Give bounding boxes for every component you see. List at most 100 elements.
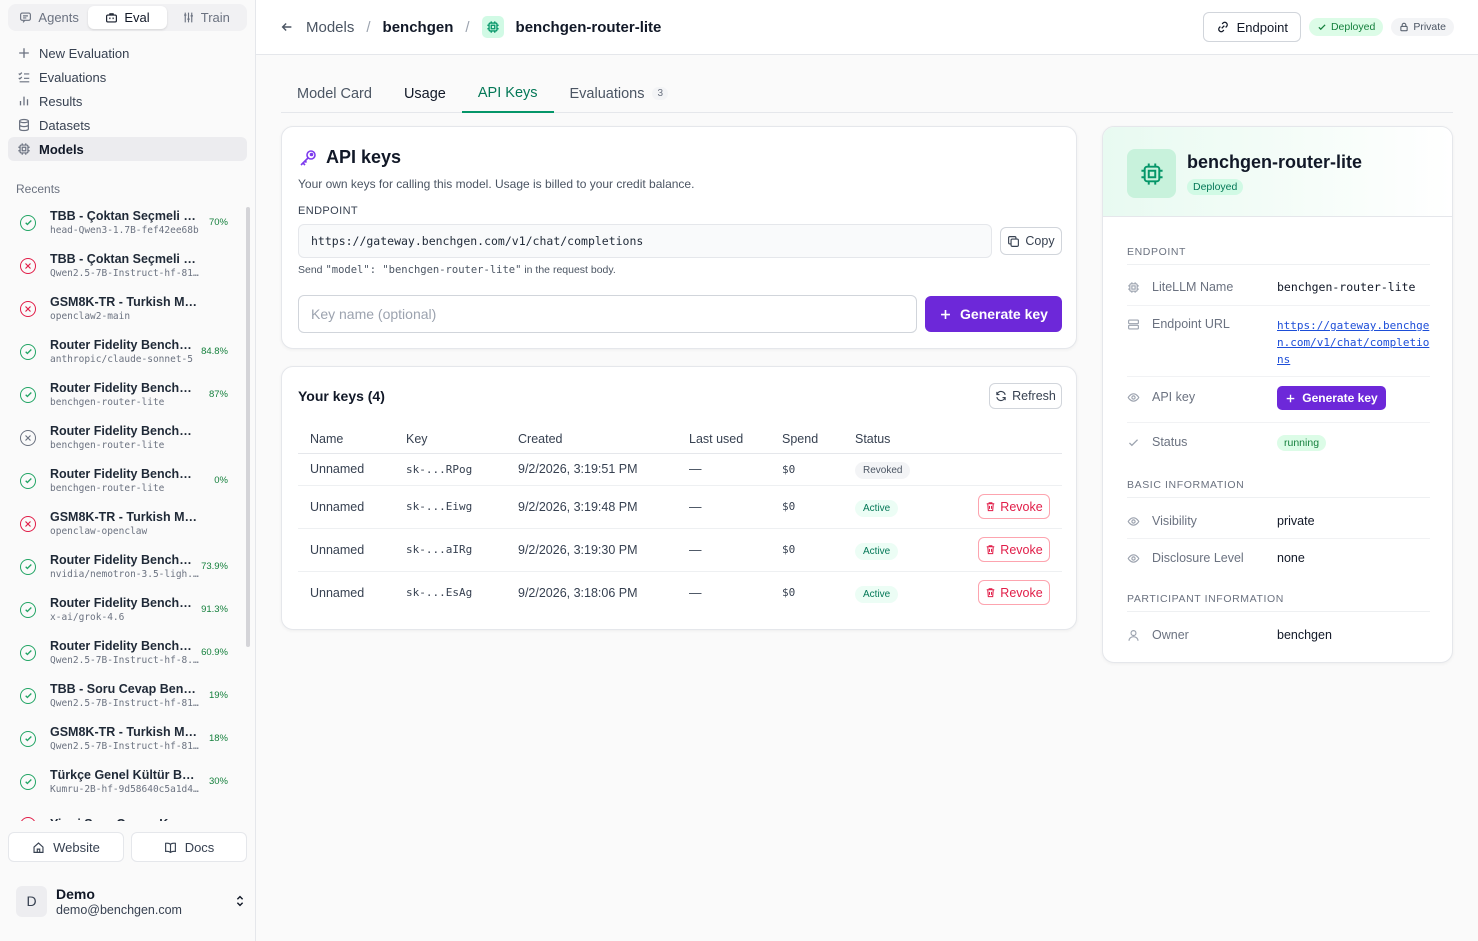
copy-icon <box>1008 235 1020 247</box>
endpoint-url-field[interactable]: https://gateway.benchgen.com/v1/chat/com… <box>298 224 992 258</box>
status-badge: Active <box>855 499 899 517</box>
your-keys-card: Your keys (4) Refresh Name Key Created L… <box>281 366 1077 630</box>
tab-label: Model Card <box>297 85 372 102</box>
tab-label: Evaluations <box>569 85 645 102</box>
endpoint-url-link[interactable]: https://gateway.benchgen.com/v1/chat/com… <box>1277 317 1430 368</box>
row-divider <box>1127 422 1430 423</box>
tab-evaluations[interactable]: Evaluations 3 <box>554 74 685 113</box>
status-label: Status <box>1152 435 1188 449</box>
recent-item[interactable]: Router Fidelity Benchm... Qwen2.5-7B-Inst… <box>8 631 244 674</box>
recent-item[interactable]: Router Fidelity Benchmark benchgen-router… <box>8 373 244 416</box>
recent-item[interactable]: GSM8K-TR - Turkish Math Rea... openclaw2-… <box>8 287 244 330</box>
docs-button[interactable]: Docs <box>131 832 247 862</box>
scrollbar-thumb[interactable] <box>246 207 250 647</box>
recent-text: Yirmi Soru Oyunu Kıyaslaması <box>50 817 200 822</box>
generate-key-button[interactable]: Generate key <box>925 296 1062 332</box>
recent-item[interactable]: Router Fidelity Benchm... x-ai/grok-4.6 91… <box>8 588 244 631</box>
recent-item[interactable]: Router Fidelity Benchm... anthropic/claud… <box>8 330 244 373</box>
mode-agents[interactable]: Agents <box>10 6 88 29</box>
key-created-cell: 9/2/2026, 3:19:51 PM <box>506 453 677 486</box>
info-label: API key <box>1127 390 1277 410</box>
private-badge-label: Private <box>1413 21 1446 33</box>
user-menu[interactable]: D Demo demo@benchgen.com <box>16 885 246 917</box>
key-name-input[interactable] <box>298 295 917 333</box>
recent-model: openclaw-openclaw <box>50 526 148 537</box>
endpoint-button[interactable]: Endpoint <box>1202 12 1301 42</box>
sidebar-item-evaluations[interactable]: Evaluations <box>8 65 247 89</box>
recent-text: Router Fidelity Benchmark benchgen-router… <box>50 467 200 494</box>
tab-model-card[interactable]: Model Card <box>281 74 388 113</box>
breadcrumb-org[interactable]: benchgen <box>383 19 454 36</box>
recent-item[interactable]: Router Fidelity Benchmark benchgen-router… <box>8 459 244 502</box>
row-divider <box>1127 376 1430 377</box>
info-row-endpoint-url: Endpoint URL https://gateway.benchgen.co… <box>1127 317 1430 368</box>
key-status-cell: Active <box>843 571 953 614</box>
recent-name: GSM8K-TR - Turkish Math Rea... <box>50 295 200 309</box>
recent-item[interactable]: Router Fidelity Benchm... nvidia/nemotron… <box>8 545 244 588</box>
recent-item[interactable]: TBB - Soru Cevap Bench... Qwen2.5-7B-Inst… <box>8 674 244 717</box>
model-info-card: benchgen-router-lite Deployed ENDPOINT L… <box>1102 126 1453 663</box>
api-key-label: API key <box>1152 390 1196 404</box>
info-label: Endpoint URL <box>1127 317 1277 368</box>
success-status-icon <box>20 386 36 403</box>
recent-model: Qwen2.5-7B-Instruct-hf-8... <box>50 655 200 666</box>
sidebar-item-results[interactable]: Results <box>8 89 247 113</box>
breadcrumb-models[interactable]: Models <box>306 19 354 36</box>
recent-item[interactable]: TBB - Çoktan Seçmeli Be... head-Qwen3-1.7… <box>8 201 244 244</box>
section-endpoint: ENDPOINT <box>1127 246 1430 265</box>
refresh-button[interactable]: Refresh <box>989 383 1062 409</box>
mode-train[interactable]: Train <box>167 6 245 29</box>
revoke-button[interactable]: Revoke <box>978 537 1050 562</box>
tab-count-badge: 3 <box>652 87 669 100</box>
copy-button[interactable]: Copy <box>1000 227 1062 255</box>
recent-item[interactable]: Yirmi Soru Oyunu Kıyaslaması <box>8 803 244 821</box>
sidebar-item-new-evaluation[interactable]: New Evaluation <box>8 41 247 65</box>
visibility-label: Visibility <box>1152 514 1197 528</box>
generate-key-button-secondary[interactable]: Generate key <box>1277 386 1386 410</box>
key-spend-cell: $0 <box>770 453 843 486</box>
mode-eval[interactable]: Eval <box>88 6 167 29</box>
recent-score: 73.9% <box>201 561 228 572</box>
chevron-up-down-icon[interactable] <box>234 894 246 908</box>
recent-item[interactable]: TBB - Çoktan Seçmeli Benchm... Qwen2.5-7B… <box>8 244 244 287</box>
recent-model: Qwen2.5-7B-Instruct-hf-811... <box>50 741 200 752</box>
recents-scrollbar[interactable] <box>245 201 251 821</box>
recent-item[interactable]: GSM8K-TR - Turkish Math Rea... openclaw-o… <box>8 502 244 545</box>
key-name-cell: Unnamed <box>310 585 365 600</box>
column-header-name: Name <box>298 425 394 454</box>
info-row-litellm: LiteLLM Name benchgen-router-lite <box>1127 280 1430 294</box>
trash-icon <box>987 588 995 598</box>
database-icon <box>19 118 29 132</box>
recent-model: Kumru-2B-hf-9d58640c5a1d4... <box>50 784 200 795</box>
table-row: Unnamed sk-...EsAg 9/2/2026, 3:18:06 PM … <box>298 571 1062 614</box>
website-button[interactable]: Website <box>8 832 124 862</box>
table-row: Unnamed sk-...aIRg 9/2/2026, 3:19:30 PM … <box>298 528 1062 572</box>
revoke-button[interactable]: Revoke <box>978 580 1050 606</box>
server-icon <box>1128 319 1139 330</box>
disclosure-value: none <box>1277 551 1305 565</box>
recent-score: 84.8% <box>201 346 228 357</box>
model-chip-icon <box>481 16 504 38</box>
tab-usage[interactable]: Usage <box>388 74 462 113</box>
user-email: demo@benchgen.com <box>56 902 182 917</box>
info-label: Owner <box>1127 628 1277 642</box>
tab-api-keys[interactable]: API Keys <box>461 74 554 113</box>
sidebar-item-models[interactable]: Models <box>8 137 247 161</box>
recent-name: Router Fidelity Benchm... <box>50 639 200 653</box>
cancelled-status-icon <box>20 429 36 446</box>
key-name-cell: Unnamed <box>298 453 394 486</box>
model-chip-icon <box>1127 149 1176 198</box>
breadcrumb-model: benchgen-router-lite <box>515 18 662 36</box>
recent-name: GSM8K-TR - Turkish Math Rea... <box>50 510 200 524</box>
copy-label: Copy <box>1025 234 1055 248</box>
revoke-button[interactable]: Revoke <box>978 494 1050 519</box>
status-value: running <box>1277 435 1430 451</box>
sidebar-item-datasets[interactable]: Datasets <box>8 113 247 137</box>
website-label: Website <box>53 839 100 855</box>
key-status-cell: Active <box>843 485 953 529</box>
recent-item[interactable]: Türkçe Genel Kültür Benc... Kumru-2B-hf-9… <box>8 760 244 803</box>
recent-item[interactable]: GSM8K-TR - Turkish Mat... Qwen2.5-7B-Inst… <box>8 717 244 760</box>
recent-name: TBB - Çoktan Seçmeli Be... <box>50 209 200 223</box>
recent-item[interactable]: Router Fidelity Benchmark benchgen-router… <box>8 416 244 459</box>
arrow-left-icon[interactable] <box>280 20 294 34</box>
